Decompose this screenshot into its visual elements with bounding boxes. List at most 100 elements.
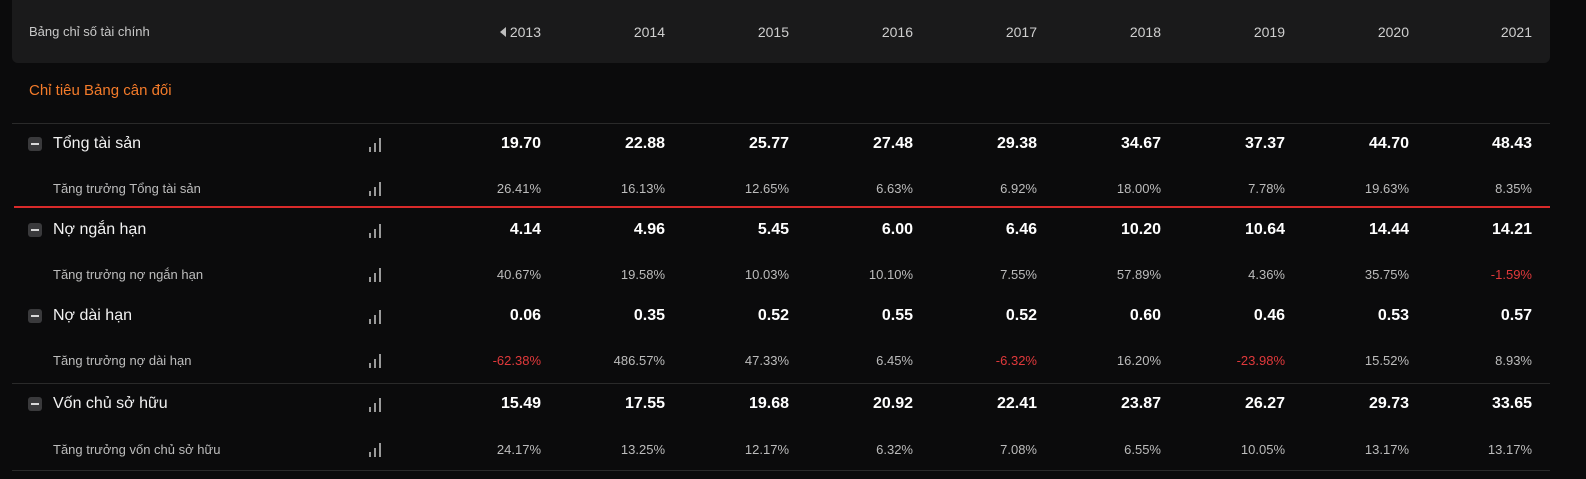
cell-value: 10.10% <box>868 267 913 282</box>
cell-value: 14.21 <box>1491 221 1532 238</box>
year-label: 2021 <box>1500 24 1532 40</box>
year-header-2014: 2014 <box>575 24 665 40</box>
table-row: Nợ dài hạn 0.06 0.35 0.52 0.55 0.52 0.60 0.46 0.… <box>0 302 1586 332</box>
cell-value: 0.55 <box>881 307 913 324</box>
table-subrow: Tăng trưởng vốn chủ sở hữu 24.17% 13.25% 12… <box>0 435 1586 465</box>
highlight-divider <box>14 206 1550 208</box>
cell-value: 27.48 <box>872 135 913 152</box>
cell-value: 0.52 <box>757 307 789 324</box>
year-header-2016: 2016 <box>823 24 913 40</box>
cell-value: 6.63% <box>876 181 913 196</box>
cell-value: 23.87 <box>1120 395 1161 412</box>
cell-value: 24.17% <box>496 442 541 457</box>
table-row: Vốn chủ sở hữu 15.49 17.55 19.68 20.92 22.41 2… <box>0 390 1586 420</box>
minus-square-icon[interactable] <box>28 309 42 323</box>
cell-value: 22.88 <box>624 135 665 152</box>
cell-value: 0.52 <box>1005 307 1037 324</box>
divider <box>12 470 1550 471</box>
cell-value: 4.36% <box>1248 267 1285 282</box>
cell-value: -62.38% <box>492 353 541 368</box>
cell-value: 18.00% <box>1116 181 1161 196</box>
cell-value: 19.70 <box>500 135 541 152</box>
bar-chart-icon[interactable] <box>367 222 383 238</box>
bar-chart-icon[interactable] <box>367 180 383 196</box>
minus-square-icon[interactable] <box>28 223 42 237</box>
cell-value: 26.27 <box>1244 395 1285 412</box>
cell-value: 13.25% <box>620 442 665 457</box>
cell-value: 12.17% <box>744 442 789 457</box>
cell-value: 6.00 <box>881 221 913 238</box>
year-label: 2019 <box>1253 24 1285 40</box>
cell-value: 57.89% <box>1116 267 1161 282</box>
table-subrow: Tăng trưởng nợ ngắn hạn 40.67% 19.58% 10.03… <box>0 260 1586 290</box>
cell-value: 7.55% <box>1000 267 1037 282</box>
section-title: Chỉ tiêu Bảng cân đối <box>29 82 172 99</box>
cell-value: 486.57% <box>613 353 665 368</box>
cell-value: 15.52% <box>1364 353 1409 368</box>
cell-value: 15.49 <box>500 395 541 412</box>
table-title: Bảng chỉ số tài chính <box>29 24 150 39</box>
cell-value: 35.75% <box>1364 267 1409 282</box>
bar-chart-icon[interactable] <box>367 441 383 457</box>
cell-value: -6.32% <box>995 353 1037 368</box>
cell-value: 19.63% <box>1364 181 1409 196</box>
cell-value: 8.35% <box>1495 181 1532 196</box>
cell-value: 0.35 <box>633 307 665 324</box>
row-label: Nợ ngắn hạn <box>53 221 147 238</box>
cell-value: 7.78% <box>1248 181 1285 196</box>
cell-value: 0.06 <box>509 307 541 324</box>
cell-value: 33.65 <box>1491 395 1532 412</box>
minus-square-icon[interactable] <box>28 137 42 151</box>
cell-value: 16.20% <box>1116 353 1161 368</box>
cell-value: 0.46 <box>1253 307 1285 324</box>
cell-value: 6.55% <box>1124 442 1161 457</box>
year-header-2018: 2018 <box>1071 24 1161 40</box>
year-header-2020: 2020 <box>1319 24 1409 40</box>
cell-value: 25.77 <box>748 135 789 152</box>
year-header-2013[interactable]: 2013 <box>451 24 541 40</box>
year-header-2017: 2017 <box>947 24 1037 40</box>
cell-value: 47.33% <box>744 353 789 368</box>
cell-value: 6.45% <box>876 353 913 368</box>
row-label: Vốn chủ sở hữu <box>53 395 168 412</box>
cell-value: 44.70 <box>1368 135 1409 152</box>
year-label: 2015 <box>757 24 789 40</box>
table-row: Tổng tài sản 19.70 22.88 25.77 27.48 29.38 34.… <box>0 130 1586 160</box>
row-label: Tăng trưởng Tổng tài sản <box>53 181 201 196</box>
cell-value: 17.55 <box>624 395 665 412</box>
cell-value: 4.14 <box>509 221 541 238</box>
row-label: Tăng trưởng nợ dài hạn <box>53 353 192 368</box>
cell-value: 0.57 <box>1500 307 1532 324</box>
cell-value: 8.93% <box>1495 353 1532 368</box>
year-label: 2014 <box>633 24 665 40</box>
cell-value: 6.92% <box>1000 181 1037 196</box>
cell-value: 16.13% <box>620 181 665 196</box>
cell-value: -23.98% <box>1236 353 1285 368</box>
caret-left-icon[interactable] <box>499 27 506 38</box>
cell-value: 0.60 <box>1129 307 1161 324</box>
cell-value: 26.41% <box>496 181 541 196</box>
cell-value: 5.45 <box>757 221 789 238</box>
bar-chart-icon[interactable] <box>367 352 383 368</box>
cell-value: 13.17% <box>1364 442 1409 457</box>
minus-square-icon[interactable] <box>28 397 42 411</box>
cell-value: 12.65% <box>744 181 789 196</box>
table-row: Nợ ngắn hạn 4.14 4.96 5.45 6.00 6.46 10.20 10.6… <box>0 216 1586 246</box>
year-header-2019: 2019 <box>1195 24 1285 40</box>
table-subrow: Tăng trưởng Tổng tài sản 26.41% 16.13% 12.6… <box>0 174 1586 204</box>
bar-chart-icon[interactable] <box>367 136 383 152</box>
bar-chart-icon[interactable] <box>367 266 383 282</box>
cell-value: 4.96 <box>633 221 665 238</box>
cell-value: 10.03% <box>744 267 789 282</box>
bar-chart-icon[interactable] <box>367 396 383 412</box>
cell-value: 6.32% <box>876 442 913 457</box>
year-header-2015: 2015 <box>699 24 789 40</box>
cell-value: 22.41 <box>996 395 1037 412</box>
table-subrow: Tăng trưởng nợ dài hạn -62.38% 486.57% 47.3… <box>0 346 1586 376</box>
cell-value: 34.67 <box>1120 135 1161 152</box>
cell-value: 10.20 <box>1120 221 1161 238</box>
cell-value: 29.73 <box>1368 395 1409 412</box>
bar-chart-icon[interactable] <box>367 308 383 324</box>
cell-value: 29.38 <box>996 135 1037 152</box>
cell-value: 13.17% <box>1487 442 1532 457</box>
